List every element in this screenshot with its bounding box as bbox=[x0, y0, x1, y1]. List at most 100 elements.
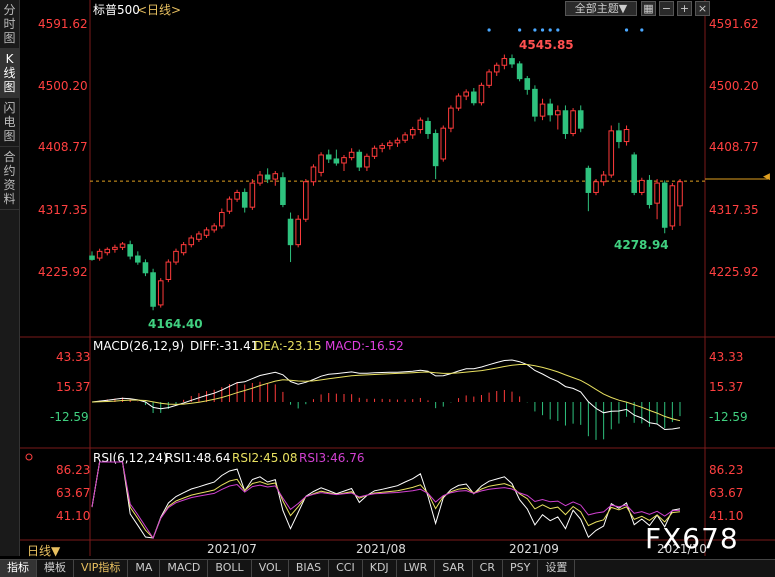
rsi1-line bbox=[91, 461, 681, 539]
candle-body bbox=[165, 261, 172, 280]
tab-char: 电 bbox=[3, 115, 16, 129]
price-tick-left: 4408.77 bbox=[38, 140, 88, 154]
low-price-label-left: 4164.40 bbox=[148, 317, 203, 331]
macd-dea: DEA:-23.15 bbox=[254, 339, 322, 353]
macd-tick-left: 15.37 bbox=[56, 380, 90, 394]
tab-char: 资 bbox=[3, 178, 16, 192]
candle-body bbox=[142, 262, 149, 274]
indicator-tab-vip[interactable]: VIP指标 bbox=[74, 560, 129, 577]
candle-body bbox=[616, 130, 622, 143]
tab-char: 约 bbox=[3, 164, 16, 178]
tab-flash-chart[interactable]: 闪 电 图 bbox=[0, 98, 19, 147]
macd-value: MACD:-16.52 bbox=[325, 339, 404, 353]
rsi-settings-icon[interactable] bbox=[25, 453, 33, 461]
macd-dea-line bbox=[91, 364, 681, 422]
candle-body bbox=[577, 110, 584, 129]
candle-body bbox=[364, 155, 370, 168]
price-tick-left: 4225.92 bbox=[38, 265, 88, 279]
candle-body bbox=[463, 91, 469, 97]
candle-body bbox=[241, 191, 248, 208]
x-tick-label: 2021/09 bbox=[509, 542, 559, 556]
signal-dot bbox=[624, 28, 629, 32]
candle-body bbox=[127, 244, 133, 257]
candle-body bbox=[104, 248, 111, 254]
candle-body bbox=[623, 129, 630, 143]
indicator-tab-cci[interactable]: CCI bbox=[329, 560, 363, 577]
indicator-tab-settings[interactable]: 设置 bbox=[538, 560, 576, 577]
indicator-tab-cr[interactable]: CR bbox=[473, 560, 503, 577]
candle-body bbox=[631, 154, 637, 193]
price-tick-left: 4317.35 bbox=[38, 203, 88, 217]
tab-char: 图 bbox=[3, 80, 16, 94]
candle-body bbox=[280, 177, 286, 205]
candle-body bbox=[585, 167, 592, 193]
grid-icon[interactable]: ▦ bbox=[641, 1, 656, 16]
tab-timeshare-chart[interactable]: 分 时 图 bbox=[0, 0, 19, 49]
candle-body bbox=[661, 182, 668, 228]
candle-body bbox=[257, 174, 263, 184]
macd-diff: DIFF:-31.41 bbox=[190, 339, 258, 353]
candle-body bbox=[455, 95, 462, 109]
candle-body bbox=[654, 182, 660, 204]
candle-body bbox=[264, 174, 271, 180]
candle-body bbox=[524, 78, 531, 90]
indicator-tab-vol[interactable]: VOL bbox=[252, 560, 289, 577]
candle-body bbox=[646, 179, 653, 205]
close-icon[interactable]: × bbox=[695, 1, 710, 16]
rsi2-value: RSI2:45.08 bbox=[232, 451, 298, 465]
indicator-tab-indicators[interactable]: 指标 bbox=[0, 560, 37, 577]
indicator-tab-kdj[interactable]: KDJ bbox=[363, 560, 397, 577]
candle-body bbox=[555, 110, 561, 116]
signal-dot bbox=[487, 28, 491, 32]
candle-body bbox=[600, 174, 607, 183]
indicator-toolbar: 指标 模板 VIP指标 MA MACD BOLL VOL BIAS CCI KD… bbox=[0, 559, 775, 577]
candle-body bbox=[203, 229, 210, 236]
candle-body bbox=[539, 103, 546, 117]
price-tick-right: 4317.35 bbox=[709, 203, 759, 217]
indicator-tab-ma[interactable]: MA bbox=[128, 560, 161, 577]
zoom-out-icon[interactable]: − bbox=[659, 1, 674, 16]
macd-histogram bbox=[99, 381, 681, 440]
candle-body bbox=[448, 107, 454, 129]
candle-body bbox=[150, 272, 156, 307]
tab-char: 闪 bbox=[3, 101, 16, 115]
zoom-in-icon[interactable]: + bbox=[677, 1, 692, 16]
last-price-arrow-icon: ◀ bbox=[763, 172, 770, 182]
indicator-tab-templates[interactable]: 模板 bbox=[37, 560, 74, 577]
rsi2-line bbox=[91, 461, 681, 539]
indicator-tab-bias[interactable]: BIAS bbox=[289, 560, 330, 577]
macd-tick-right: 43.33 bbox=[709, 350, 743, 364]
candle-body bbox=[135, 255, 141, 263]
period-selector[interactable]: 日线▼ bbox=[27, 542, 60, 559]
indicator-tab-lwr[interactable]: LWR bbox=[397, 560, 436, 577]
candle-body bbox=[387, 142, 393, 147]
signal-dots bbox=[487, 28, 644, 32]
signal-dot bbox=[533, 28, 537, 32]
candle-body bbox=[272, 173, 279, 180]
candle-body bbox=[440, 127, 447, 160]
tab-contract-info[interactable]: 合 约 资 料 bbox=[0, 147, 19, 210]
candle-body bbox=[249, 182, 256, 208]
chart-canvas[interactable]: 标普500 <日线> 4591.62 4500.20 4408.77 4317.… bbox=[0, 0, 775, 576]
theme-select[interactable]: 全部主题▼ bbox=[565, 1, 637, 16]
candle-body bbox=[348, 151, 355, 159]
candle-body bbox=[371, 147, 378, 157]
candle-body bbox=[341, 157, 347, 164]
symbol-name: 标普500 bbox=[93, 3, 140, 17]
indicator-tab-sar[interactable]: SAR bbox=[435, 560, 473, 577]
fx678-watermark: FX678 bbox=[645, 522, 739, 555]
indicator-tab-macd[interactable]: MACD bbox=[160, 560, 209, 577]
rsi-tick-left: 63.67 bbox=[56, 486, 90, 500]
rsi-title: RSI(6,12,24) bbox=[93, 451, 168, 465]
tab-char: 线 bbox=[3, 66, 16, 80]
candle-body bbox=[234, 191, 240, 200]
indicator-tab-boll[interactable]: BOLL bbox=[208, 560, 252, 577]
indicator-tab-psy[interactable]: PSY bbox=[503, 560, 539, 577]
tab-kline-chart[interactable]: K 线 图 bbox=[0, 49, 19, 98]
candle-body bbox=[112, 246, 118, 250]
candle-body bbox=[547, 103, 553, 116]
candle-body bbox=[379, 145, 385, 149]
candle-body bbox=[356, 151, 363, 168]
candle-body bbox=[157, 280, 164, 306]
candle-body bbox=[478, 84, 485, 104]
